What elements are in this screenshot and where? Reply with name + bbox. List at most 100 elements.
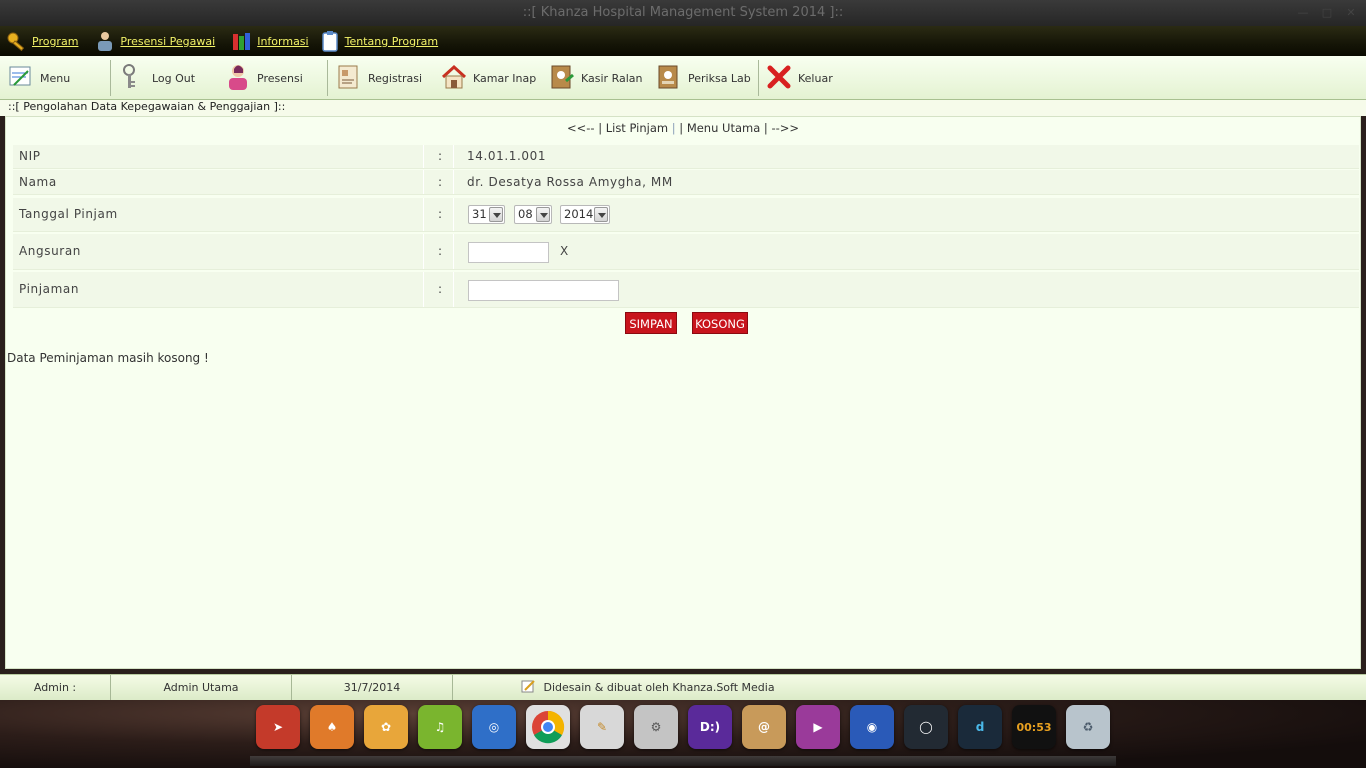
web-browser-icon[interactable]: ◎	[472, 705, 516, 749]
nav-links: <<-- | List Pinjam | | Menu Utama | -->>	[6, 121, 1360, 135]
periksa-lab-button[interactable]: Periksa Lab	[656, 56, 751, 100]
next-link[interactable]: -->>	[771, 121, 799, 135]
clipboard-icon	[321, 31, 338, 52]
list-pinjam-link[interactable]: List Pinjam	[606, 121, 668, 135]
ring-app-icon[interactable]: ◯	[904, 705, 948, 749]
nip-row: NIP : 14.01.1.001	[13, 145, 1359, 169]
angsuran-input[interactable]	[468, 242, 549, 263]
video-player-icon[interactable]: ▶	[796, 705, 840, 749]
menu-button[interactable]: Menu	[8, 56, 70, 100]
toolbar: Menu Log Out Presensi Registrasi Kamar I…	[0, 56, 1366, 100]
kamar-inap-button-label: Kamar Inap	[473, 71, 537, 85]
nav-separator: |	[679, 121, 684, 135]
address-book-icon	[551, 65, 574, 89]
empty-data-message: Data Peminjaman masih kosong !	[7, 351, 209, 365]
menu-informasi-label: Informasi	[257, 34, 309, 48]
logout-button[interactable]: Log Out	[120, 56, 195, 100]
main-panel: <<-- | List Pinjam | | Menu Utama | -->>…	[5, 116, 1361, 669]
cards-app-icon[interactable]: ♠	[310, 705, 354, 749]
keys-icon	[123, 64, 135, 88]
row-divider	[453, 272, 454, 307]
toolbar-divider	[110, 60, 111, 96]
status-date: 31/7/2014	[292, 675, 453, 700]
colon: :	[438, 207, 443, 221]
settings-icon[interactable]: ⚙	[634, 705, 678, 749]
angsuran-label: Angsuran	[19, 244, 81, 258]
colon: :	[438, 282, 443, 296]
menu-presensi-pegawai[interactable]: Presensi Pegawai	[92, 26, 223, 56]
lab-book-icon	[658, 65, 678, 89]
employee-icon	[98, 32, 113, 51]
minimize-icon[interactable]: —	[1296, 0, 1310, 26]
menu-tentang-program-label: Tentang Program	[344, 34, 439, 48]
taskbar-dock: ➤ ♠ ✿ ♫ ◎ ✎ ⚙ D:) @ ▶ ◉ ◯ d 00:53 ♻	[0, 700, 1366, 768]
colon: :	[438, 149, 443, 163]
globe-icon[interactable]: ◉	[850, 705, 894, 749]
nav-separator: |	[598, 121, 603, 135]
chrome-browser-icon[interactable]	[526, 705, 570, 749]
menu-utama-link[interactable]: Menu Utama	[687, 121, 760, 135]
day-select[interactable]: 31	[468, 205, 505, 224]
maximize-icon[interactable]: □	[1320, 0, 1334, 26]
logout-button-label: Log Out	[152, 71, 196, 85]
clock-widget-icon[interactable]: 00:53	[1012, 705, 1056, 749]
toolbar-divider	[758, 60, 759, 96]
window-title: ::[ Khanza Hospital Management System 20…	[522, 5, 844, 20]
person-icon	[229, 65, 247, 90]
colon: :	[438, 175, 443, 189]
trash-icon[interactable]: ♻	[1066, 705, 1110, 749]
chevron-down-icon	[536, 207, 550, 222]
close-icon[interactable]: ✕	[1344, 0, 1358, 26]
keluar-button[interactable]: Keluar	[766, 56, 833, 100]
row-divider	[423, 170, 424, 194]
close-x-icon	[767, 65, 791, 89]
nama-value: dr. Desatya Rossa Amygha, MM	[467, 175, 673, 189]
year-select[interactable]: 2014	[560, 205, 610, 224]
menu-tentang-program[interactable]: Tentang Program	[317, 26, 447, 56]
simpan-button[interactable]: SIMPAN	[625, 312, 677, 334]
menu-program-label: Program	[32, 34, 79, 48]
nama-row: Nama : dr. Desatya Rossa Amygha, MM	[13, 170, 1359, 195]
kosong-button[interactable]: KOSONG	[692, 312, 748, 334]
presensi-button[interactable]: Presensi	[225, 56, 303, 100]
notes-app-icon[interactable]: ✎	[580, 705, 624, 749]
registrasi-button-label: Registrasi	[368, 71, 423, 85]
row-divider	[453, 145, 454, 168]
row-divider	[453, 234, 454, 269]
music-player-icon[interactable]: ♫	[418, 705, 462, 749]
nama-label: Nama	[19, 175, 57, 189]
status-user-value: Admin Utama	[111, 675, 292, 700]
angsuran-suffix: X	[560, 244, 569, 258]
presensi-button-label: Presensi	[257, 71, 303, 85]
contacts-book-icon[interactable]: @	[742, 705, 786, 749]
nav-separator: |	[671, 121, 676, 135]
pinjaman-label: Pinjaman	[19, 282, 80, 296]
status-user-label: Admin :	[0, 675, 111, 700]
keluar-button-label: Keluar	[798, 71, 833, 85]
menu-informasi[interactable]: Informasi	[229, 26, 316, 56]
pinjaman-input[interactable]	[468, 280, 619, 301]
d-app-icon[interactable]: d	[958, 705, 1002, 749]
internal-frame-caption: ::[ Pengolahan Data Kepegawaian & Pengga…	[0, 100, 1366, 116]
prev-link[interactable]: <<--	[567, 121, 595, 135]
house-icon	[441, 64, 467, 89]
window-titlebar: ::[ Khanza Hospital Management System 20…	[0, 0, 1366, 26]
month-select[interactable]: 08	[514, 205, 552, 224]
month-select-value: 08	[518, 207, 533, 221]
day-select-value: 31	[472, 207, 487, 221]
tanggal-pinjam-row: Tanggal Pinjam : 31 08 2014	[13, 198, 1359, 232]
rocket-launcher-icon[interactable]: ➤	[256, 705, 300, 749]
status-bar: Admin : Admin Utama 31/7/2014 Didesain &…	[0, 674, 1366, 700]
status-credit-text: Didesain & dibuat oleh Khanza.Soft Media	[543, 681, 775, 694]
nav-separator: |	[763, 121, 768, 135]
row-divider	[423, 198, 424, 231]
kasir-ralan-button[interactable]: Kasir Ralan	[549, 56, 642, 100]
menu-program[interactable]: Program	[4, 26, 86, 56]
kamar-inap-button[interactable]: Kamar Inap	[441, 56, 536, 100]
swirl-app-icon[interactable]: ✿	[364, 705, 408, 749]
dictionary-icon[interactable]: D:)	[688, 705, 732, 749]
pencil-note-icon	[521, 680, 535, 693]
periksa-lab-button-label: Periksa Lab	[688, 71, 751, 85]
menubar: Program Presensi Pegawai Informasi Tenta…	[0, 26, 1366, 56]
registrasi-button[interactable]: Registrasi	[336, 56, 422, 100]
